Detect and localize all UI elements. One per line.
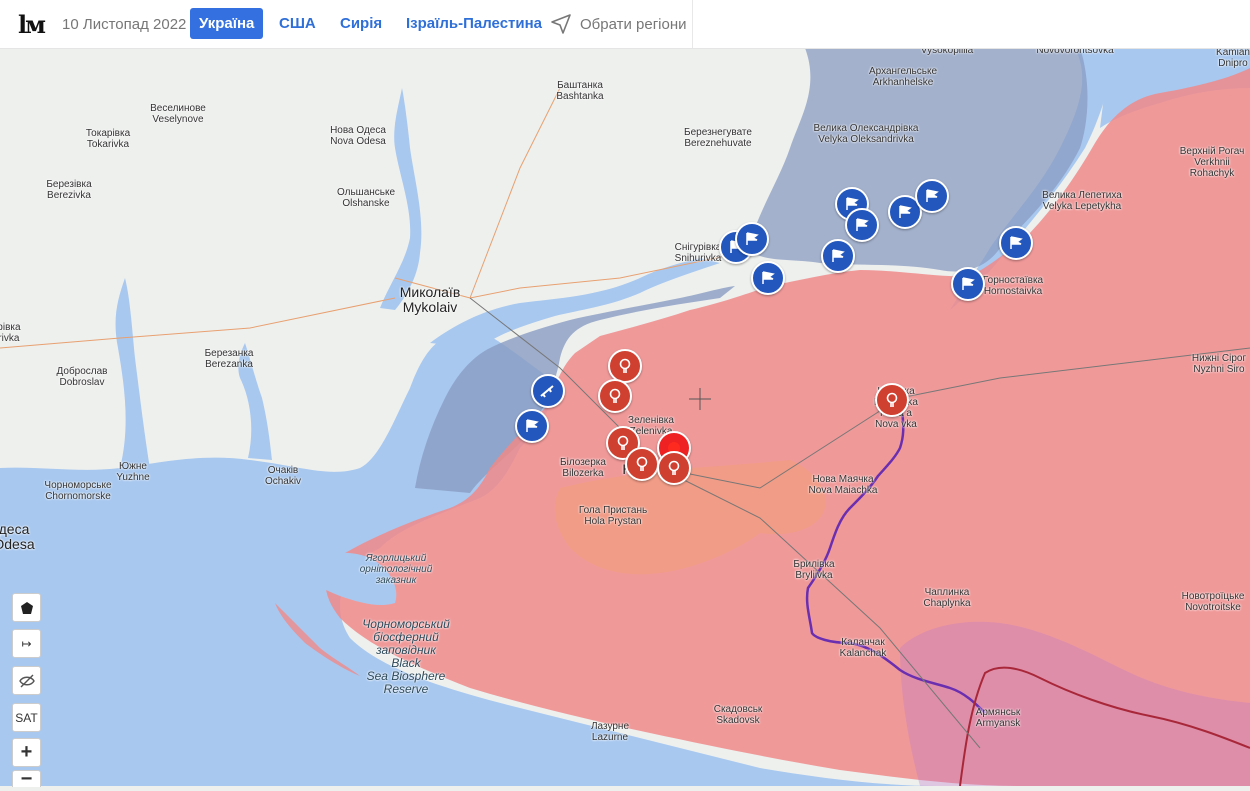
explosion-marker[interactable] — [657, 451, 691, 485]
place-label: Верхній Рогач Verkhnii Rohachyk — [1179, 146, 1245, 179]
explosion-icon — [609, 388, 621, 403]
explosion-marker[interactable] — [875, 383, 909, 417]
tab-ukraine[interactable]: Україна — [190, 8, 264, 39]
place-label: Білозерка Bilozerka — [560, 457, 606, 479]
measure-button[interactable]: ↦ — [12, 629, 41, 658]
water-label: Чорноморський біосферний заповідник Black Se… — [362, 617, 450, 696]
place-label: Горностаївка Hornostaivka — [982, 275, 1044, 297]
explosion-marker[interactable] — [608, 349, 642, 383]
place-label: Веселинове Veselynove — [150, 103, 206, 125]
place-label: ігрівкаTrivka — [0, 322, 21, 344]
flag-icon — [899, 205, 912, 218]
map-canvas[interactable] — [0, 48, 1250, 786]
flag-icon — [1010, 236, 1023, 249]
place-label-odesa: десаOdesa — [0, 521, 35, 552]
flag-icon — [832, 249, 845, 262]
place-label: Нова Маячка Nova Maiachka — [808, 474, 878, 496]
topbar-divider — [692, 0, 693, 48]
place-label: Лазурне Lazurne — [590, 721, 630, 743]
draw-polygon-button[interactable] — [12, 593, 41, 622]
place-label: Каланчак Kalanchak — [839, 637, 887, 659]
flag-icon — [746, 232, 759, 245]
place-label: Доброслав Dobroslav — [56, 366, 108, 388]
pentagon-icon — [20, 601, 33, 614]
place-label: Березанка Berezanka — [204, 348, 254, 370]
explosion-icon — [886, 392, 898, 407]
flag-marker[interactable] — [845, 208, 879, 242]
hide-layer-button[interactable] — [12, 666, 41, 695]
zoom-out-button[interactable]: − — [12, 768, 41, 790]
place-label: Брилівка Bryliivka — [793, 559, 835, 581]
place-label: Гола Пристань Hola Prystan — [578, 505, 648, 527]
place-label: Снігурівка Snihurivka — [674, 242, 722, 264]
explosion-icon — [668, 460, 680, 475]
explosion-icon — [636, 456, 648, 471]
place-label: Нова Одеса Nova Odesa — [330, 125, 386, 147]
place-label: Архангельське Arkhanhelske — [868, 66, 938, 88]
place-label: Армянськ Armyansk — [975, 707, 1021, 729]
map[interactable]: Веселинове Veselynove Токарівка Tokarivka … — [0, 45, 1250, 790]
place-label: Нижні Сірог Nyzhni Siro — [1191, 353, 1247, 375]
flag-marker[interactable] — [751, 261, 785, 295]
place-label: Березівка Berezivka — [46, 179, 92, 201]
flag-marker[interactable] — [951, 267, 985, 301]
explosion-icon — [617, 435, 629, 450]
place-label: Чаплинка Chaplynka — [923, 587, 971, 609]
flag-marker[interactable] — [735, 222, 769, 256]
flag-icon — [926, 189, 939, 202]
date-label: 10 Листопад 2022 — [62, 16, 187, 33]
weapon-marker[interactable] — [531, 374, 565, 408]
place-label: Чорноморське Chornomorske — [44, 480, 112, 502]
tab-syria[interactable]: Сирія — [340, 8, 382, 39]
place-label-mykolaiv: Миколаїв Mykolaiv — [399, 284, 461, 315]
explosion-icon — [619, 358, 631, 373]
flag-icon — [762, 271, 775, 284]
place-label: Ольшанське Olshanske — [336, 187, 396, 209]
explosion-marker[interactable] — [598, 379, 632, 413]
flag-marker[interactable] — [999, 226, 1033, 260]
place-label: Новотроїцьке Novotroitske — [1181, 591, 1245, 613]
explosion-marker[interactable] — [625, 447, 659, 481]
place-label: Токарівка Tokarivka — [85, 128, 131, 150]
zoom-in-button[interactable]: + — [12, 738, 41, 767]
rifle-icon — [540, 385, 554, 398]
satellite-toggle-button[interactable]: SAT — [12, 703, 41, 732]
navigation-arrow-icon — [551, 14, 571, 34]
tab-israel-palestine[interactable]: Ізраїль-Палестина — [406, 8, 542, 39]
place-label: Березнегувате Bereznehuvate — [684, 127, 752, 149]
place-label: Велика Лепетиха Velyka Lepetykha — [1042, 190, 1122, 212]
place-label: Kamian Dnipro — [1216, 47, 1250, 69]
tab-usa[interactable]: США — [279, 8, 316, 39]
eye-off-icon — [18, 674, 35, 687]
water-label: Ягорлицький орнітологічний заказник — [359, 553, 433, 586]
flag-icon — [962, 277, 975, 290]
select-regions-label: Обрати регіони — [580, 16, 687, 33]
top-bar: lм 10 Листопад 2022 Україна США Сирія Із… — [0, 0, 1250, 49]
logo[interactable]: lм — [18, 10, 46, 39]
place-label: Очаків Ochakiv — [264, 465, 302, 487]
place-label: Велика Олександрівка Velyka Oleksandrivka — [813, 123, 919, 145]
place-label: Баштанка Bashtanka — [556, 80, 604, 102]
place-label: Скадовськ Skadovsk — [713, 704, 763, 726]
flag-icon — [856, 218, 869, 231]
flag-icon — [526, 419, 539, 432]
place-label: Южне Yuzhne — [116, 461, 150, 483]
flag-marker[interactable] — [821, 239, 855, 273]
flag-marker[interactable] — [515, 409, 549, 443]
flag-marker[interactable] — [915, 179, 949, 213]
